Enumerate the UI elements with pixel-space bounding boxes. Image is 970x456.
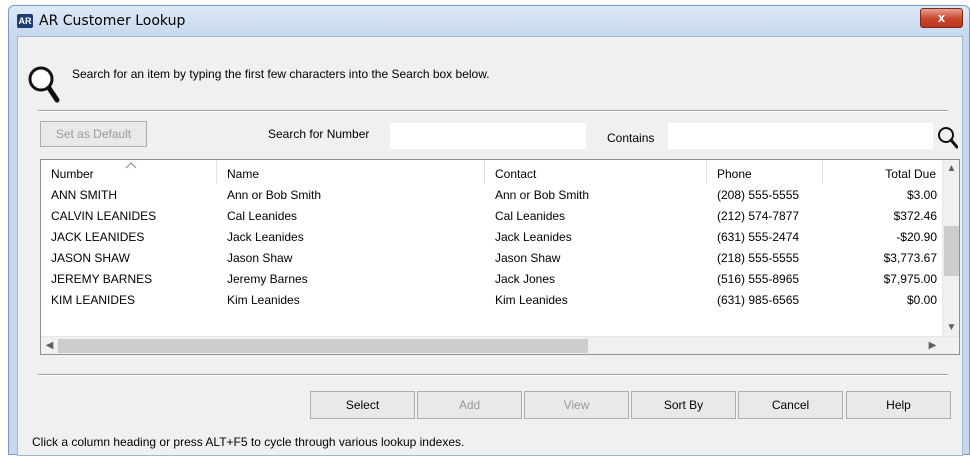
search-for-label: Search for Number	[268, 127, 370, 141]
cell-phone: (516) 555-8965	[717, 272, 800, 286]
horizontal-scrollbar[interactable]: ◀ ▶	[41, 336, 959, 354]
cell-phone: (208) 555-5555	[717, 188, 800, 202]
sort-by-button[interactable]: Sort By	[631, 391, 736, 419]
cell-phone: (631) 555-2474	[717, 230, 800, 244]
ar-app-icon: AR	[17, 14, 33, 28]
cell-total-due: $372.46	[893, 209, 937, 223]
add-button[interactable]: Add	[417, 391, 522, 419]
cell-contact: Jason Shaw	[495, 251, 561, 265]
cell-name: Cal Leanides	[227, 209, 298, 223]
cell-total-due: $7,975.00	[883, 272, 937, 286]
close-button[interactable]: x	[920, 8, 963, 28]
column-header-phone[interactable]: Phone	[707, 160, 823, 184]
contains-label: Contains	[607, 131, 655, 145]
lookup-window: AR AR Customer Lookup x Search for an it…	[8, 5, 970, 456]
status-text: Click a column heading or press ALT+F5 t…	[32, 435, 465, 449]
cell-number: JEREMY BARNES	[51, 272, 153, 286]
help-button[interactable]: Help	[846, 391, 951, 419]
title-bar[interactable]: AR AR Customer Lookup x	[9, 6, 969, 36]
window-title: AR Customer Lookup	[39, 13, 186, 29]
view-button[interactable]: View	[524, 391, 629, 419]
table-row[interactable]: CALVIN LEANIDES Cal Leanides Cal Leanide…	[41, 206, 943, 227]
cell-number: CALVIN LEANIDES	[51, 209, 157, 223]
vertical-scroll-thumb[interactable]	[944, 226, 959, 276]
table-row[interactable]: JACK LEANIDES Jack Leanides Jack Leanide…	[41, 227, 943, 248]
cell-phone: (631) 985-6565	[717, 293, 800, 307]
column-header-name[interactable]: Name	[217, 160, 485, 184]
magnifier-icon	[28, 66, 60, 103]
cell-total-due: -$20.90	[896, 230, 937, 244]
table-row[interactable]: ANN SMITH Ann or Bob Smith Ann or Bob Sm…	[41, 185, 943, 206]
table-row[interactable]: JASON SHAW Jason Shaw Jason Shaw (218) 5…	[41, 248, 943, 269]
cell-contact: Kim Leanides	[495, 293, 568, 307]
cell-contact: Ann or Bob Smith	[495, 188, 590, 202]
table-row[interactable]: KIM LEANIDES Kim Leanides Kim Leanides (…	[41, 290, 943, 311]
cell-total-due: $3,773.67	[883, 251, 937, 265]
horizontal-scroll-thumb[interactable]	[58, 339, 588, 353]
customer-grid[interactable]: Number Name Contact Phone Total Due ANN …	[40, 159, 960, 355]
cell-total-due: $0.00	[906, 293, 937, 307]
separator	[38, 374, 948, 376]
contains-input[interactable]	[668, 123, 933, 149]
column-header-contact[interactable]: Contact	[485, 160, 707, 184]
cell-number: KIM LEANIDES	[51, 293, 136, 307]
cell-phone: (218) 555-5555	[717, 251, 800, 265]
sort-ascending-icon	[125, 162, 137, 169]
select-button[interactable]: Select	[310, 391, 415, 419]
instruction-text: Search for an item by typing the first f…	[72, 67, 490, 81]
cell-name: Jack Leanides	[227, 230, 304, 244]
cell-number: ANN SMITH	[51, 188, 117, 202]
set-as-default-button[interactable]: Set as Default	[40, 121, 147, 147]
scroll-up-icon[interactable]: ▲	[943, 160, 959, 177]
search-input[interactable]	[390, 123, 586, 149]
cancel-button[interactable]: Cancel	[738, 391, 843, 419]
cell-total-due: $3.00	[906, 188, 937, 202]
scroll-down-icon[interactable]: ▼	[943, 319, 959, 336]
cell-contact: Jack Leanides	[495, 230, 572, 244]
column-header-total-due[interactable]: Total Due	[823, 160, 943, 184]
scroll-left-icon[interactable]: ◀	[41, 337, 58, 354]
cell-phone: (212) 574-7877	[717, 209, 800, 223]
cell-number: JACK LEANIDES	[51, 230, 145, 244]
cell-contact: Jack Jones	[495, 272, 556, 286]
cell-name: Jason Shaw	[227, 251, 293, 265]
grid-header: Number Name Contact Phone Total Due	[41, 160, 943, 184]
search-icon[interactable]	[936, 125, 958, 149]
separator	[38, 110, 948, 112]
table-row[interactable]: JEREMY BARNES Jeremy Barnes Jack Jones (…	[41, 269, 943, 290]
cell-name: Jeremy Barnes	[227, 272, 308, 286]
scroll-right-icon[interactable]: ▶	[924, 337, 941, 354]
close-icon: x	[937, 10, 946, 25]
vertical-scrollbar[interactable]: ▲ ▼	[942, 160, 959, 336]
cell-number: JASON SHAW	[51, 251, 130, 265]
cell-name: Ann or Bob Smith	[227, 188, 322, 202]
dialog-body: Search for an item by typing the first f…	[17, 36, 963, 456]
cell-contact: Cal Leanides	[495, 209, 566, 223]
cell-name: Kim Leanides	[227, 293, 300, 307]
